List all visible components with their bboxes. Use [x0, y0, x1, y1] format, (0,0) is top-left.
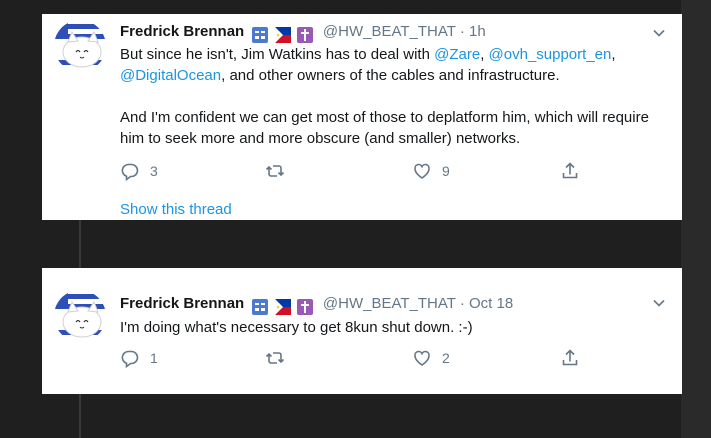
name-emoji-group — [252, 25, 314, 45]
reply-count: 1 — [150, 350, 158, 366]
author-handle[interactable]: @HW_BEAT_THAT — [323, 295, 456, 312]
tweet-header: Fredrick Brennan @HW_BEAT_THAT · Oct 18 — [120, 294, 652, 317]
share-icon — [562, 162, 578, 179]
thread-connector-line — [79, 220, 81, 268]
reply-icon — [121, 350, 139, 368]
tweet-card[interactable]: Fredrick Brennan @HW_BEAT_THAT · 1h But … — [42, 14, 682, 220]
heart-icon — [414, 163, 430, 179]
text-span: , and other owners of the cables and inf… — [221, 67, 560, 84]
accessibility-flag-icon — [252, 299, 269, 316]
like-button[interactable]: 9 — [412, 161, 450, 181]
scrollbar-track[interactable] — [681, 0, 711, 438]
mention-link[interactable]: @DigitalOcean — [120, 67, 221, 84]
tweet-text: I'm doing what's necessary to get 8kun s… — [120, 319, 473, 336]
text-span: , — [480, 46, 489, 63]
text-span: , — [611, 46, 616, 63]
chevron-down-icon[interactable] — [652, 26, 666, 40]
share-button[interactable] — [560, 348, 580, 368]
author-name[interactable]: Fredrick Brennan — [120, 295, 244, 312]
avatar[interactable] — [54, 290, 106, 342]
philippines-flag-icon — [274, 27, 291, 44]
avatar[interactable] — [54, 20, 106, 72]
like-button[interactable]: 2 — [412, 348, 450, 368]
author-handle[interactable]: @HW_BEAT_THAT — [323, 23, 456, 40]
text-span: But since he isn't, Jim Watkins has to d… — [120, 46, 435, 63]
reply-button[interactable]: 3 — [120, 161, 158, 181]
like-count: 2 — [442, 350, 450, 366]
tweet-time[interactable]: · Oct 18 — [460, 295, 513, 312]
cross-icon — [296, 299, 313, 316]
retweet-icon — [265, 352, 285, 364]
author-name[interactable]: Fredrick Brennan — [120, 23, 244, 40]
mention-link[interactable]: @ovh_support_en — [489, 46, 612, 63]
retweet-button[interactable] — [265, 348, 295, 368]
tweet-paragraph: But since he isn't, Jim Watkins has to d… — [120, 44, 664, 86]
tweet-actions: 1 2 — [120, 348, 590, 368]
mention-link[interactable]: @Zare — [434, 46, 480, 63]
tweet-time[interactable]: · 1h — [460, 23, 486, 40]
retweet-icon — [265, 165, 285, 177]
retweet-button[interactable] — [265, 161, 295, 181]
tweet-actions: 3 9 — [120, 161, 590, 181]
reply-icon — [121, 163, 139, 181]
reply-button[interactable]: 1 — [120, 348, 158, 368]
heart-icon — [414, 350, 430, 366]
tweet-text: But since he isn't, Jim Watkins has to d… — [120, 44, 664, 149]
share-button[interactable] — [560, 161, 580, 181]
show-thread-link[interactable]: Show this thread — [120, 200, 232, 220]
share-icon — [562, 349, 578, 366]
name-emoji-group — [252, 297, 314, 317]
cross-icon — [296, 27, 313, 44]
like-count: 9 — [442, 163, 450, 179]
tweet-card[interactable]: Fredrick Brennan @HW_BEAT_THAT · Oct 18 … — [42, 268, 682, 394]
tweet-header: Fredrick Brennan @HW_BEAT_THAT · 1h — [120, 22, 652, 45]
accessibility-flag-icon — [252, 27, 269, 44]
chevron-down-icon[interactable] — [652, 296, 666, 310]
tweet-paragraph: And I'm confident we can get most of tho… — [120, 109, 649, 147]
philippines-flag-icon — [274, 299, 291, 316]
reply-count: 3 — [150, 163, 158, 179]
thread-connector-line — [79, 394, 81, 438]
